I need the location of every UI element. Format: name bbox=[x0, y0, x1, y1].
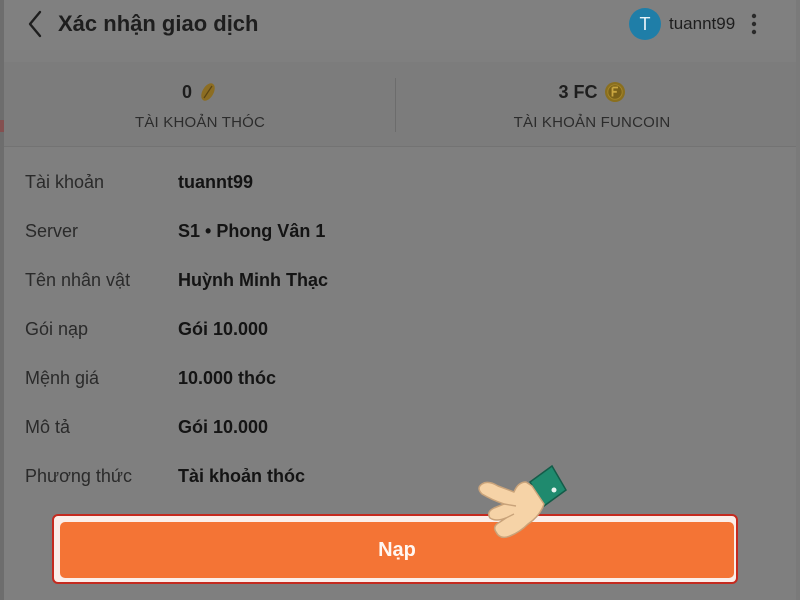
user-menu[interactable]: T tuannt99 bbox=[629, 6, 735, 42]
grain-icon bbox=[201, 83, 215, 101]
avatar: T bbox=[629, 8, 661, 40]
detail-row-character: Tên nhân vật Huỳnh Minh Thạc bbox=[25, 266, 785, 315]
funcoin-balance-label: TÀI KHOẢN FUNCOIN bbox=[513, 114, 671, 131]
detail-value: Gói 10.000 bbox=[178, 319, 269, 339]
detail-row-server: Server S1 • Phong Vân 1 bbox=[25, 217, 785, 266]
detail-row-denomination: Mệnh giá 10.000 thóc bbox=[25, 364, 785, 413]
transaction-details: Tài khoản tuannt99 Server S1 • Phong Vân… bbox=[25, 168, 785, 511]
page-title: Xác nhận giao dịch bbox=[58, 11, 259, 36]
detail-value: Huỳnh Minh Thạc bbox=[178, 270, 328, 290]
detail-label: Tài khoản bbox=[25, 172, 105, 192]
more-vertical-icon bbox=[751, 13, 757, 35]
detail-row-description: Mô tả Gói 10.000 bbox=[25, 413, 785, 462]
detail-value: Tài khoản thóc bbox=[178, 466, 306, 486]
balance-summary: 0 TÀI KHOẢN THÓC 3 FC TÀI KHOẢN FUNCOIN bbox=[4, 62, 796, 147]
chevron-left-icon bbox=[28, 10, 42, 38]
back-button[interactable] bbox=[20, 8, 50, 40]
detail-row-package: Gói nạp Gói 10.000 bbox=[25, 315, 785, 364]
detail-label: Mệnh giá bbox=[25, 368, 100, 388]
grain-balance-value: 0 bbox=[181, 81, 192, 102]
detail-label: Server bbox=[25, 221, 79, 241]
funcoin-account-balance: 3 FC TÀI KHOẢN FUNCOIN bbox=[396, 62, 788, 146]
detail-row-account: Tài khoản tuannt99 bbox=[25, 168, 785, 217]
username-label: tuannt99 bbox=[669, 14, 736, 33]
detail-label: Phương thức bbox=[25, 466, 132, 486]
detail-value: tuannt99 bbox=[178, 172, 254, 192]
grain-balance-label: TÀI KHOẢN THÓC bbox=[134, 114, 266, 131]
detail-label: Tên nhân vật bbox=[25, 270, 131, 290]
funcoin-balance-value: 3 FC bbox=[558, 81, 598, 102]
nap-button-label: Nạp bbox=[378, 538, 416, 561]
detail-value: Gói 10.000 bbox=[178, 417, 269, 437]
funcoin-icon bbox=[604, 82, 625, 102]
detail-label: Gói nạp bbox=[25, 319, 89, 339]
nap-button[interactable]: Nạp bbox=[60, 522, 734, 578]
detail-row-payment-method: Phương thức Tài khoản thóc bbox=[25, 462, 785, 511]
detail-value: 10.000 thóc bbox=[178, 368, 277, 388]
more-options-button[interactable] bbox=[744, 10, 764, 38]
transaction-confirm-panel: Xác nhận giao dịch T tuannt99 0 TÀI KHOẢ… bbox=[4, 0, 796, 600]
detail-value: S1 • Phong Vân 1 bbox=[178, 221, 326, 241]
pointing-hand-icon bbox=[478, 464, 567, 539]
detail-label: Mô tả bbox=[25, 417, 71, 437]
app-header: Xác nhận giao dịch T tuannt99 bbox=[4, 0, 796, 50]
grain-account-balance: 0 TÀI KHOẢN THÓC bbox=[4, 62, 396, 146]
